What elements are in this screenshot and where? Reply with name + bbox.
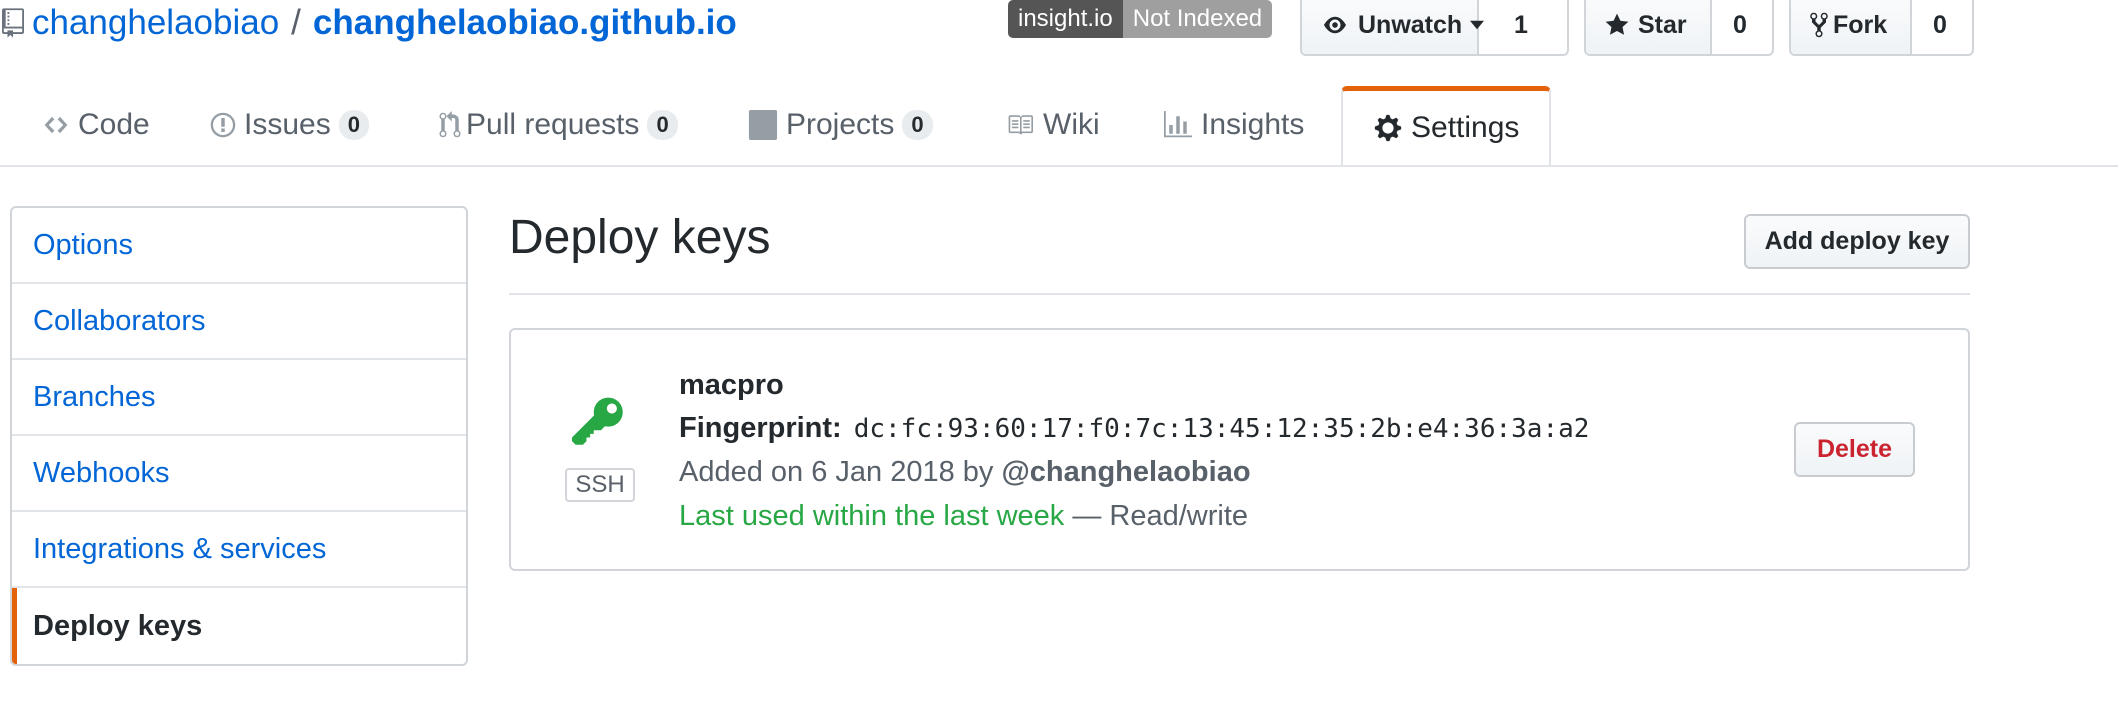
- page-title: Deploy keys: [509, 211, 771, 264]
- sidebar-item-deploy-keys[interactable]: Deploy keys: [12, 588, 466, 664]
- added-date-text: Added on 6 Jan 2018 by: [679, 456, 994, 488]
- tab-insights-label: Insights: [1201, 108, 1305, 141]
- repo-icon: [2, 7, 24, 39]
- project-icon: [748, 110, 778, 140]
- fork-label: Fork: [1833, 10, 1888, 39]
- tab-code[interactable]: Code: [42, 85, 150, 165]
- key-icon: [571, 394, 631, 452]
- added-info: Added on 6 Jan 2018 by @changhelaobiao: [679, 456, 1251, 489]
- tab-pull-requests[interactable]: Pull requests 0: [438, 85, 678, 165]
- deploy-key-title: macpro: [679, 369, 784, 401]
- stargazers-count[interactable]: 0: [1712, 0, 1768, 54]
- tab-settings[interactable]: Settings: [1341, 86, 1552, 165]
- tab-wiki-label: Wiki: [1043, 108, 1100, 141]
- last-used-text: Last used within the last week: [679, 500, 1065, 532]
- issues-counter: 0: [338, 110, 369, 140]
- star-button[interactable]: Star: [1586, 0, 1712, 54]
- fingerprint-row: Fingerprint: dc:fc:93:60:17:f0:7c:13:45:…: [679, 412, 1589, 445]
- tab-issues-label: Issues: [244, 108, 331, 141]
- added-by-user: @changhelaobiao: [1001, 456, 1251, 488]
- code-icon: [42, 112, 70, 138]
- projects-counter: 0: [902, 110, 933, 140]
- usage-info: Last used within the last week — Read/wr…: [679, 500, 1248, 533]
- star-button-group: Star 0: [1584, 0, 1774, 56]
- sidebar-item-branches[interactable]: Branches: [12, 360, 466, 436]
- sidebar-item-collaborators[interactable]: Collaborators: [12, 284, 466, 360]
- fingerprint-value: dc:fc:93:60:17:f0:7c:13:45:12:35:2b:e4:3…: [853, 414, 1590, 444]
- title-divider: [509, 293, 1970, 295]
- star-icon: [1604, 12, 1630, 38]
- pull-request-icon: [438, 111, 462, 139]
- add-deploy-key-button[interactable]: Add deploy key: [1744, 214, 1970, 269]
- book-icon: [1005, 112, 1035, 138]
- access-level-text: — Read/write: [1072, 500, 1249, 532]
- tab-insights[interactable]: Insights: [1163, 85, 1304, 165]
- graph-icon: [1163, 111, 1193, 139]
- repo-name-link[interactable]: changhelaobiao.github.io: [313, 3, 737, 43]
- issue-icon: [210, 111, 236, 139]
- fork-button[interactable]: Fork: [1791, 0, 1912, 54]
- watch-button-group: Unwatch 1: [1300, 0, 1569, 56]
- watchers-count[interactable]: 1: [1479, 0, 1563, 54]
- tab-projects-label: Projects: [786, 108, 895, 141]
- delete-key-button[interactable]: Delete: [1794, 422, 1915, 477]
- deploy-key-card: SSH macpro Fingerprint: dc:fc:93:60:17:f…: [509, 328, 1970, 571]
- repo-separator: /: [291, 3, 301, 42]
- tab-code-label: Code: [78, 108, 150, 141]
- insight-badge[interactable]: insight.io Not Indexed: [1008, 0, 1273, 38]
- insight-badge-label: insight.io: [1008, 0, 1123, 38]
- unwatch-button[interactable]: Unwatch: [1302, 0, 1485, 54]
- fork-button-group: Fork 0: [1789, 0, 1974, 56]
- tab-settings-label: Settings: [1411, 111, 1520, 144]
- eye-icon: [1320, 14, 1350, 36]
- tab-wiki[interactable]: Wiki: [1005, 85, 1100, 165]
- sidebar-item-options[interactable]: Options: [12, 208, 466, 284]
- repo-title: changhelaobiao / changhelaobiao.github.i…: [2, 0, 737, 46]
- tab-issues[interactable]: Issues 0: [210, 85, 369, 165]
- gear-icon: [1373, 113, 1403, 143]
- ssh-type-label: SSH: [565, 468, 635, 502]
- insight-badge-status: Not Indexed: [1122, 0, 1273, 38]
- sidebar-item-integrations[interactable]: Integrations & services: [12, 512, 466, 588]
- fork-icon: [1809, 11, 1829, 39]
- repo-owner-link[interactable]: changhelaobiao: [32, 3, 279, 43]
- forks-count[interactable]: 0: [1912, 0, 1968, 54]
- tab-projects[interactable]: Projects 0: [748, 85, 933, 165]
- star-label: Star: [1638, 10, 1687, 39]
- sidebar-item-webhooks[interactable]: Webhooks: [12, 436, 466, 512]
- repo-nav-tabs: Code Issues 0 Pull requests 0 Projects 0…: [0, 85, 2118, 167]
- fingerprint-label: Fingerprint:: [679, 412, 842, 444]
- tab-pull-requests-label: Pull requests: [466, 108, 640, 141]
- pull-requests-counter: 0: [647, 110, 678, 140]
- settings-sidebar: Options Collaborators Branches Webhooks …: [10, 206, 468, 666]
- unwatch-label: Unwatch: [1358, 10, 1463, 39]
